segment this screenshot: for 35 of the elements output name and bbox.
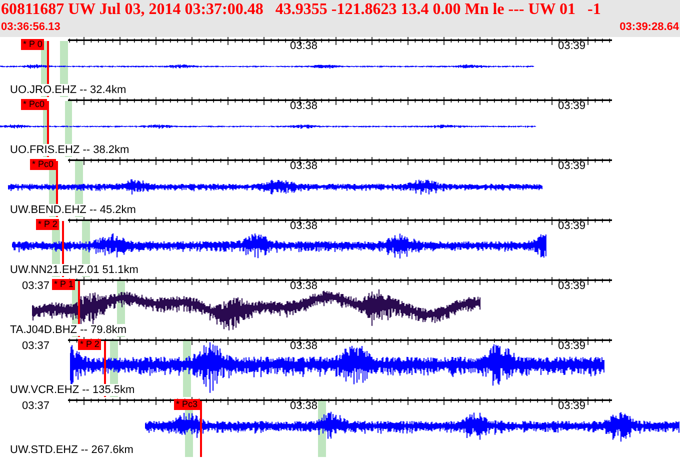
pick-flag[interactable]: * P 1 — [52, 279, 76, 290]
station-label: UW.VCR.EHZ -- 135.5km — [10, 384, 135, 396]
time-label: 03:38 — [290, 400, 318, 412]
pick-flag[interactable]: * Pc0 — [21, 99, 47, 110]
pick-line — [200, 401, 202, 457]
time-label: 03:38 — [290, 280, 318, 292]
time-label: 03:38 — [290, 100, 318, 112]
time-label: 03:38 — [290, 220, 318, 232]
station-label: UO.JRO.EHZ -- 32.4km — [10, 84, 126, 96]
pick-flag[interactable]: * Pc0 — [30, 159, 56, 170]
end-time: 03:39:28.64 — [620, 20, 679, 34]
time-label: 03:38 — [290, 40, 318, 52]
event-title: 60811687 UW Jul 03, 2014 03:37:00.48 43.9355 -121.8623 13.4 0.00 Mn le --- UW 01 -1 — [1, 0, 602, 20]
station-label: UW.NN21.EHZ.01 51.1km — [10, 264, 138, 276]
station-label: TA.J04D.BHZ -- 79.8km — [10, 324, 127, 336]
time-label: 03:37 — [22, 280, 50, 292]
time-label: 03:37 — [22, 400, 50, 412]
time-label: 03:39 — [558, 160, 586, 172]
pick-flag[interactable]: * P 2 — [36, 219, 60, 230]
start-time: 03:36:56.13 — [1, 20, 60, 34]
time-label: 03:39 — [558, 40, 586, 52]
station-label: UW.BEND.EHZ -- 45.2km — [10, 204, 136, 216]
station-label: UW.STD.EHZ -- 267.6km — [10, 444, 134, 456]
pick-flag[interactable]: * P 0 — [21, 39, 44, 50]
time-label: 03:39 — [558, 340, 586, 352]
time-label: 03:37 — [22, 340, 50, 352]
time-label: 03:38 — [290, 160, 318, 172]
pick-flag[interactable]: * Pc3 — [174, 399, 200, 410]
time-label: 03:39 — [558, 100, 586, 112]
time-label: 03:39 — [558, 220, 586, 232]
time-label: 03:38 — [290, 340, 318, 352]
pick-flag[interactable]: * P 2 — [78, 339, 102, 350]
time-label: 03:39 — [558, 400, 586, 412]
station-label: UO.FRIS.EHZ -- 38.2km — [10, 144, 130, 156]
time-label: 03:39 — [558, 280, 586, 292]
